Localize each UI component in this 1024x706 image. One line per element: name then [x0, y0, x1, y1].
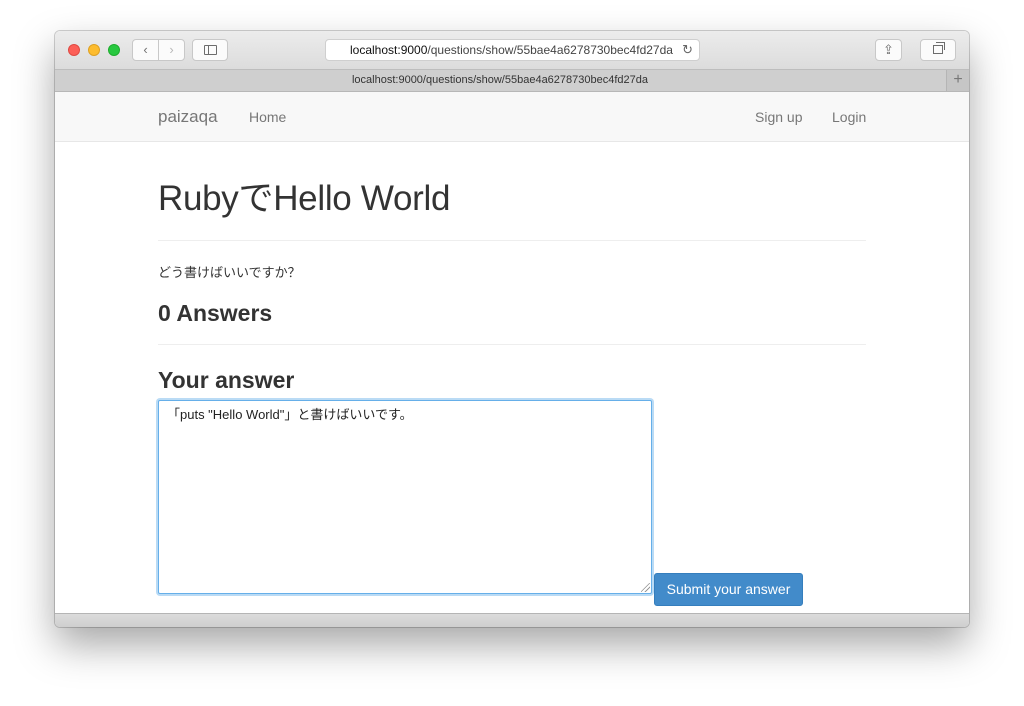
brand-link[interactable]: paizaqa	[158, 92, 218, 142]
address-bar[interactable]: localhost:9000/questions/show/55bae4a627…	[325, 39, 700, 61]
reload-icon[interactable]: ↻	[682, 40, 693, 60]
chevron-right-icon: ›	[169, 42, 174, 57]
sidebar-toggle-button[interactable]	[192, 39, 228, 61]
answer-textarea[interactable]	[158, 400, 652, 594]
share-button[interactable]: ⇪	[875, 39, 902, 61]
close-window-button[interactable]	[68, 44, 80, 56]
answers-count-heading: 0 Answers	[158, 300, 273, 326]
sidebar-icon	[204, 45, 217, 55]
resize-grip-icon[interactable]	[641, 583, 650, 592]
answers-divider	[158, 344, 866, 345]
tabs-overview-icon	[933, 42, 945, 54]
share-icon: ⇪	[883, 42, 894, 57]
browser-toolbar: ‹ › localhost:9000/questions/show/55bae4…	[55, 31, 969, 69]
nav-home-link[interactable]: Home	[249, 92, 286, 142]
tab-strip: localhost:9000/questions/show/55bae4a627…	[55, 69, 969, 92]
browser-window: ‹ › localhost:9000/questions/show/55bae4…	[55, 31, 969, 627]
chevron-left-icon: ‹	[143, 42, 148, 57]
your-answer-heading: Your answer	[158, 367, 295, 393]
submit-answer-button[interactable]: Submit your answer	[654, 573, 803, 606]
plus-icon: +	[953, 71, 963, 88]
url-path: /questions/show/55bae4a6278730bec4fd27da	[427, 43, 673, 57]
nav-login-link[interactable]: Login	[832, 92, 866, 142]
tab-overview-button[interactable]	[920, 39, 956, 61]
forward-button[interactable]: ›	[158, 39, 185, 61]
tab-active[interactable]: localhost:9000/questions/show/55bae4a627…	[55, 70, 945, 91]
site-navbar: paizaqa Home Sign up Login	[55, 92, 969, 142]
new-tab-button[interactable]: +	[946, 70, 969, 91]
back-button[interactable]: ‹	[132, 39, 159, 61]
title-divider	[158, 240, 866, 241]
question-body: どう書けばいいですか？	[158, 265, 301, 280]
question-title: RubyでHello World	[158, 179, 451, 218]
nav-signup-link[interactable]: Sign up	[755, 92, 802, 142]
page-content: paizaqa Home Sign up Login RubyでHello Wo…	[55, 92, 969, 613]
browser-bottom-bar	[55, 613, 969, 627]
zoom-window-button[interactable]	[108, 44, 120, 56]
url-host: localhost:9000	[350, 43, 428, 57]
minimize-window-button[interactable]	[88, 44, 100, 56]
